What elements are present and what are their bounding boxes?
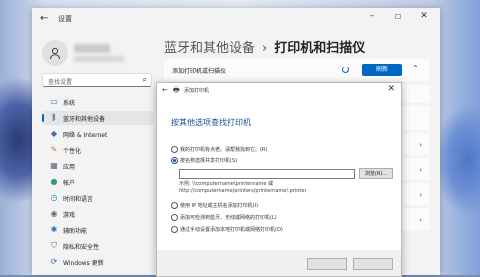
- sidebar-item-apps[interactable]: ▦ 应用: [42, 159, 154, 173]
- globe-clock-icon: ◷: [50, 193, 58, 202]
- search-placeholder: 查找设置: [48, 79, 73, 86]
- sidebar-item-label: 网络 & Internet: [63, 132, 108, 139]
- option-label: 添加可检测到蓝牙、无线或网络的打印机(L): [180, 215, 277, 221]
- person-icon: ●: [50, 177, 58, 186]
- sidebar-item-label: 游戏: [63, 212, 76, 219]
- radio-button[interactable]: [171, 202, 178, 209]
- breadcrumb: 蓝牙和其他设备 › 打印机和扫描仪: [164, 37, 365, 56]
- sidebar-item-personalization[interactable]: ✎ 个性化: [42, 143, 154, 157]
- sidebar-item-time-language[interactable]: ◷ 时间和语言: [42, 191, 154, 205]
- sidebar-item-label: Windows 更新: [63, 260, 104, 267]
- sidebar-item-system[interactable]: ▭ 系统: [42, 95, 154, 109]
- avatar[interactable]: [42, 40, 68, 66]
- sidebar-item-accounts[interactable]: ● 帐户: [42, 175, 154, 189]
- breadcrumb-parent[interactable]: 蓝牙和其他设备: [164, 41, 255, 56]
- breadcrumb-separator: ›: [262, 41, 268, 56]
- apps-icon: ▦: [50, 161, 58, 170]
- radio-button[interactable]: [171, 146, 178, 153]
- dialog-title: 添加打印机: [184, 88, 210, 94]
- example-line-2: http://computername/printers/printername…: [179, 188, 307, 194]
- printer-name-input[interactable]: [179, 169, 355, 179]
- dialog-footer: [157, 250, 401, 276]
- sidebar-item-gaming[interactable]: ◉ 游戏: [42, 207, 154, 221]
- maximize-button[interactable]: ☐: [388, 13, 408, 21]
- sidebar-item-windows-update[interactable]: ⟳ Windows 更新: [42, 255, 154, 269]
- option-label: 通过手动设置添加本地打印机或网络打印机(O): [180, 227, 283, 233]
- sidebar-item-accessibility[interactable]: ✱ 辅助功能: [42, 223, 154, 237]
- shield-icon: ⛉: [51, 241, 57, 250]
- browse-button[interactable]: 浏览(R)...: [359, 168, 393, 179]
- sidebar-item-label: 个性化: [63, 148, 82, 155]
- sidebar-item-network[interactable]: ◆ 网络 & Internet: [42, 127, 154, 141]
- chevron-right-icon: ›: [419, 141, 422, 149]
- sidebar: 查找设置 ⌕ ▭ 系统 ᛒ 蓝牙和其他设备 ◆ 网络 & Internet ✎ …: [32, 30, 154, 275]
- sidebar-item-bluetooth-devices[interactable]: ᛒ 蓝牙和其他设备: [42, 111, 154, 125]
- app-title: 设置: [58, 15, 72, 23]
- option-label: 按名称选择共享打印机(S): [180, 158, 238, 164]
- back-arrow-icon[interactable]: ←: [40, 13, 48, 24]
- radio-button[interactable]: [171, 226, 178, 233]
- sidebar-item-label: 蓝牙和其他设备: [63, 116, 106, 123]
- monitor-icon: ▭: [50, 97, 58, 106]
- update-icon: ⟳: [50, 257, 58, 266]
- option-label: 使用 IP 地址或主机名添加打印机(I): [180, 203, 259, 209]
- sidebar-item-privacy[interactable]: ⛉ 隐私和安全性: [42, 239, 154, 253]
- sidebar-item-label: 系统: [63, 100, 76, 107]
- dialog-heading: 按其他选项查找打印机: [171, 118, 251, 127]
- add-printer-label: 添加打印机或扫描仪: [172, 68, 227, 75]
- radio-button[interactable]: [171, 214, 178, 221]
- refresh-button[interactable]: 刷新: [362, 64, 402, 76]
- search-input[interactable]: 查找设置 ⌕: [42, 73, 152, 87]
- cancel-button[interactable]: [353, 258, 393, 270]
- minimize-button[interactable]: –: [362, 11, 382, 21]
- search-icon: ⌕: [142, 75, 147, 84]
- person-icon: [50, 47, 60, 60]
- user-name-blurred: [74, 44, 110, 53]
- sidebar-item-label: 时间和语言: [63, 196, 94, 203]
- title-bar: ← 设置 – ☐ ✕: [32, 8, 440, 30]
- chevron-right-icon: ›: [419, 166, 422, 174]
- option-label: 我的打印机有点老。请帮我找到它。(R): [180, 147, 268, 153]
- brush-icon: ✎: [50, 145, 58, 154]
- accessibility-icon: ✱: [50, 225, 58, 234]
- sidebar-item-label: 应用: [63, 164, 76, 171]
- selection-indicator: [42, 114, 44, 122]
- back-arrow-icon[interactable]: ←: [162, 86, 168, 94]
- sidebar-item-label: 隐私和安全性: [63, 244, 100, 251]
- example-text: 示例: \\computername\printername 或 http://…: [179, 181, 307, 195]
- add-printer-card: 添加打印机或扫描仪 刷新 ⌃: [164, 59, 430, 81]
- chevron-up-icon[interactable]: ⌃: [412, 64, 419, 73]
- add-printer-dialog: ← 🖶 添加打印机 ✕ 按其他选项查找打印机 我的打印机有点老。请帮我找到它。(…: [156, 82, 402, 277]
- loading-spinner-icon: [342, 66, 349, 73]
- chevron-right-icon: ›: [419, 191, 422, 199]
- wifi-icon: ◆: [50, 129, 58, 138]
- radio-button[interactable]: [171, 157, 178, 164]
- bluetooth-icon: ᛒ: [51, 113, 57, 122]
- gamepad-icon: ◉: [50, 209, 58, 218]
- sidebar-item-label: 帐户: [63, 180, 76, 187]
- printer-icon: 🖶: [173, 86, 180, 94]
- example-line-1: 示例: \\computername\printername 或: [179, 181, 274, 187]
- page-title: 打印机和扫描仪: [274, 41, 366, 56]
- chevron-right-icon: ›: [419, 216, 422, 224]
- close-icon[interactable]: ✕: [387, 84, 395, 94]
- user-email-blurred: [74, 56, 124, 62]
- next-button[interactable]: [307, 258, 347, 270]
- sidebar-item-label: 辅助功能: [63, 228, 88, 235]
- close-button[interactable]: ✕: [414, 11, 434, 21]
